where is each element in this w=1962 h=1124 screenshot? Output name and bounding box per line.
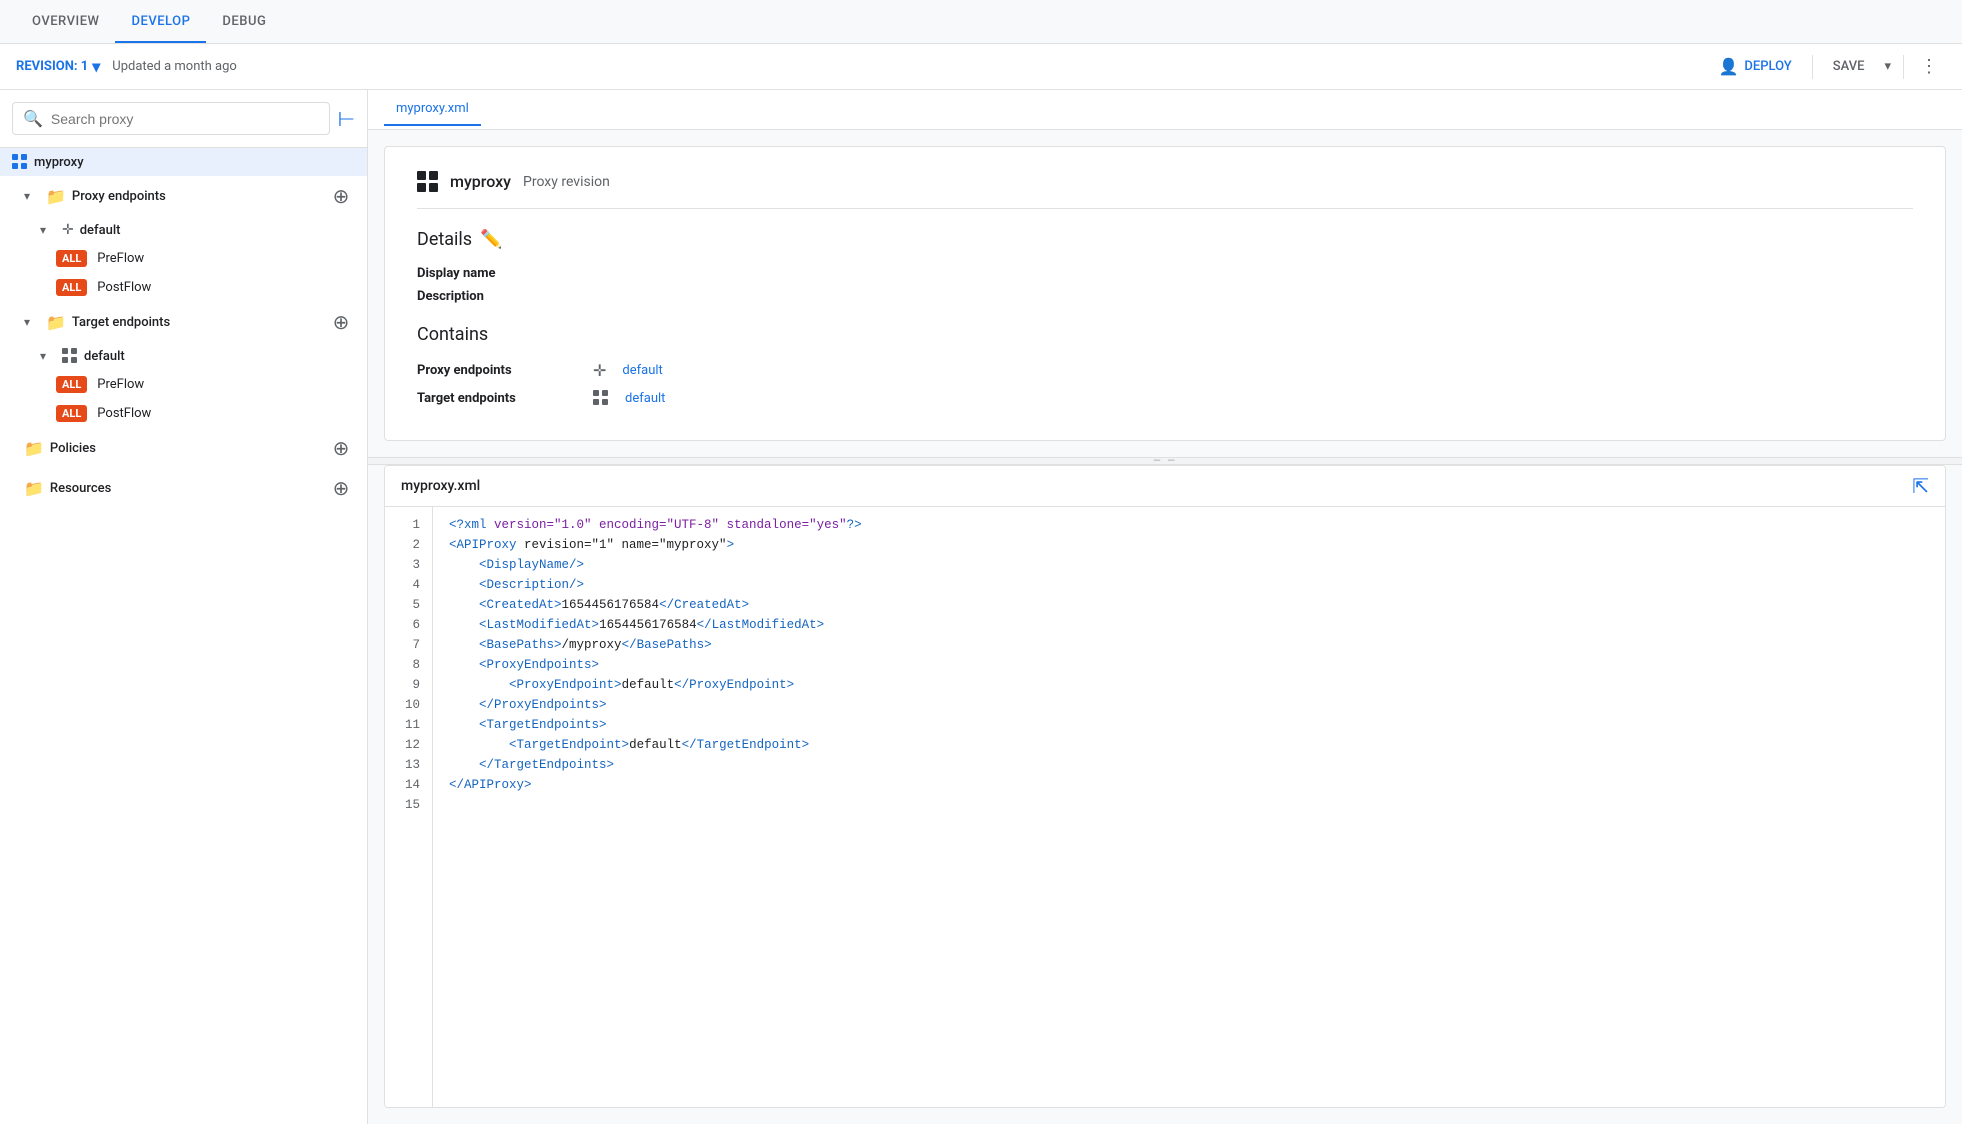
- sidebar-item-policies[interactable]: 📁 Policies ⊕: [0, 428, 367, 468]
- display-name-row: Display name: [417, 266, 1913, 281]
- description-row: Description: [417, 289, 1913, 304]
- revision-bar: REVISION: 1 ▾ Updated a month ago 👤 DEPL…: [0, 44, 1962, 90]
- sidebar-item-proxy-postflow[interactable]: ALL PostFlow: [0, 273, 367, 302]
- folder-icon-2: 📁: [46, 313, 66, 332]
- code-title: myproxy.xml: [401, 478, 480, 494]
- revision-dropdown[interactable]: REVISION: 1 ▾: [16, 57, 100, 76]
- contains-section-title: Contains: [417, 324, 1913, 345]
- save-button[interactable]: SAVE: [1821, 53, 1877, 80]
- line-numbers: 123456789101112131415: [385, 507, 433, 1107]
- search-bar: 🔍 ⊢: [0, 90, 367, 148]
- chevron-down-icon-2: ▾: [40, 223, 56, 237]
- revision-chevron-icon: ▾: [92, 57, 100, 76]
- tab-develop[interactable]: DEVELOP: [115, 2, 206, 43]
- resize-handle[interactable]: — —: [368, 457, 1962, 465]
- all-badge-4: ALL: [56, 405, 87, 422]
- sidebar: 🔍 ⊢ myproxy ▾ 📁 Proxy endpoints ⊕: [0, 90, 368, 1124]
- contains-section: Contains Proxy endpoints ✛ default Targe…: [417, 324, 1913, 406]
- sidebar-item-target-endpoints[interactable]: ▾ 📁 Target endpoints ⊕: [0, 302, 367, 342]
- right-panel: myproxy.xml myproxy Proxy revision Detai…: [368, 90, 1962, 1124]
- tab-overview[interactable]: OVERVIEW: [16, 2, 115, 43]
- sidebar-item-target-postflow[interactable]: ALL PostFlow: [0, 399, 367, 428]
- deploy-button[interactable]: 👤 DEPLOY: [1706, 51, 1803, 82]
- search-input[interactable]: [51, 111, 319, 127]
- top-nav: OVERVIEW DEVELOP DEBUG: [0, 0, 1962, 44]
- folder-icon-3: 📁: [24, 439, 44, 458]
- preflow-label: PreFlow: [97, 251, 144, 266]
- target-preflow-label: PreFlow: [97, 377, 144, 392]
- proxy-endpoints-row: Proxy endpoints ✛ default: [417, 361, 1913, 380]
- collapse-sidebar-button[interactable]: ⊢: [338, 107, 355, 131]
- postflow-label: PostFlow: [97, 280, 151, 295]
- search-input-wrap[interactable]: 🔍: [12, 102, 330, 135]
- divider: [1812, 55, 1813, 79]
- code-area[interactable]: 123456789101112131415 <?xml version="1.0…: [385, 507, 1945, 1107]
- details-section-title: Details ✏️: [417, 229, 1913, 250]
- proxy-header-subtitle: Proxy revision: [523, 174, 610, 190]
- sidebar-item-resources[interactable]: 📁 Resources ⊕: [0, 468, 367, 508]
- chevron-down-icon-3: ▾: [24, 315, 40, 329]
- deploy-person-icon: 👤: [1718, 57, 1738, 76]
- details-panel: myproxy Proxy revision Details ✏️ Displa…: [384, 146, 1946, 441]
- updated-text: Updated a month ago: [112, 59, 237, 74]
- proxy-endpoints-contains-label: Proxy endpoints: [417, 363, 577, 378]
- save-dropdown-icon[interactable]: ▾: [1880, 53, 1895, 80]
- proxy-name-label: myproxy: [34, 155, 84, 170]
- code-header: myproxy.xml ⇱: [385, 466, 1945, 507]
- all-badge: ALL: [56, 250, 87, 267]
- sidebar-item-proxy-endpoints[interactable]: ▾ 📁 Proxy endpoints ⊕: [0, 176, 367, 216]
- add-target-endpoint-button[interactable]: ⊕: [327, 308, 355, 336]
- all-badge-3: ALL: [56, 376, 87, 393]
- chevron-down-icon: ▾: [24, 189, 40, 203]
- folder-icon-4: 📁: [24, 479, 44, 498]
- all-badge-2: ALL: [56, 279, 87, 296]
- cross-icon: ✛: [62, 222, 74, 238]
- main-layout: 🔍 ⊢ myproxy ▾ 📁 Proxy endpoints ⊕: [0, 90, 1962, 1124]
- expand-code-button[interactable]: ⇱: [1912, 474, 1929, 498]
- proxy-grid-icon: [417, 171, 438, 192]
- divider2: [1903, 55, 1904, 79]
- file-tab-bar: myproxy.xml: [368, 90, 1962, 130]
- sidebar-item-target-preflow[interactable]: ALL PreFlow: [0, 370, 367, 399]
- proxy-header-name: myproxy: [450, 172, 511, 191]
- proxy-endpoints-link[interactable]: default: [622, 363, 662, 378]
- details-section: Details ✏️ Display name Description: [417, 229, 1913, 304]
- sidebar-item-proxy-preflow[interactable]: ALL PreFlow: [0, 244, 367, 273]
- sidebar-item-proxy-default[interactable]: ▾ ✛ default: [0, 216, 367, 244]
- search-icon: 🔍: [23, 109, 43, 128]
- code-section: myproxy.xml ⇱ 123456789101112131415 <?xm…: [384, 465, 1946, 1108]
- target-endpoints-link[interactable]: default: [625, 391, 665, 406]
- target-endpoint-icon: [593, 390, 609, 406]
- tree-content: myproxy ▾ 📁 Proxy endpoints ⊕ ▾ ✛ defaul…: [0, 148, 367, 1124]
- display-name-label: Display name: [417, 266, 577, 281]
- description-label: Description: [417, 289, 577, 304]
- add-proxy-endpoint-button[interactable]: ⊕: [327, 182, 355, 210]
- revision-label: REVISION: 1: [16, 59, 88, 74]
- sidebar-item-target-default[interactable]: ▾ default: [0, 342, 367, 370]
- add-policy-button[interactable]: ⊕: [327, 434, 355, 462]
- sidebar-item-myproxy[interactable]: myproxy: [0, 148, 367, 176]
- proxy-endpoint-icon: ✛: [593, 361, 606, 380]
- edit-icon[interactable]: ✏️: [480, 229, 502, 250]
- tab-debug[interactable]: DEBUG: [206, 2, 282, 43]
- file-tab-myproxy-xml[interactable]: myproxy.xml: [384, 93, 481, 126]
- add-resource-button[interactable]: ⊕: [327, 474, 355, 502]
- chevron-down-icon-4: ▾: [40, 349, 56, 363]
- grid-icon: [12, 154, 28, 170]
- more-options-button[interactable]: ⋮: [1912, 50, 1946, 83]
- grid-icon-2: [62, 348, 78, 364]
- target-endpoints-row: Target endpoints default: [417, 390, 1913, 406]
- target-postflow-label: PostFlow: [97, 406, 151, 421]
- proxy-header: myproxy Proxy revision: [417, 171, 1913, 209]
- code-lines: <?xml version="1.0" encoding="UTF-8" sta…: [433, 507, 1945, 1107]
- folder-icon: 📁: [46, 187, 66, 206]
- target-endpoints-contains-label: Target endpoints: [417, 391, 577, 406]
